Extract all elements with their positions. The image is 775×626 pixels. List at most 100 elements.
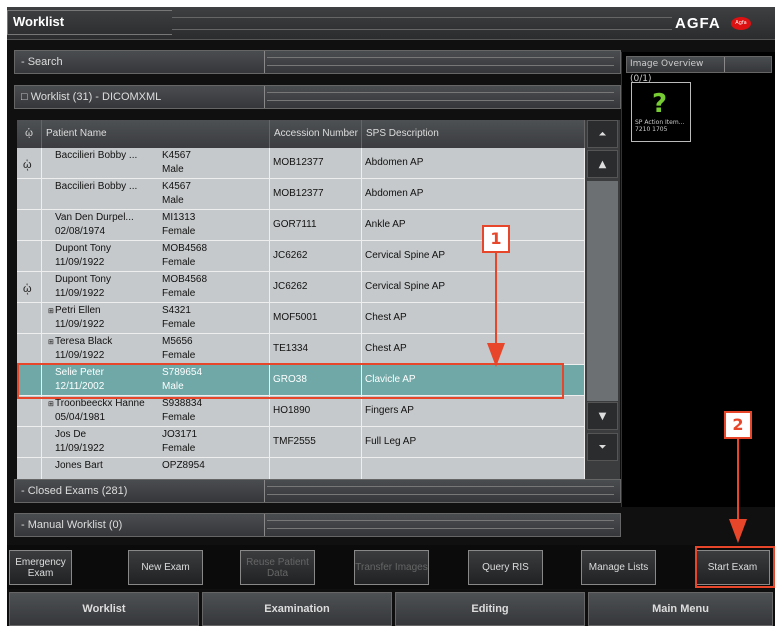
row-status-cell xyxy=(17,210,42,240)
query-ris-button[interactable]: Query RIS xyxy=(468,550,543,585)
patient-sex: Male xyxy=(162,381,184,392)
question-icon: ? xyxy=(652,89,668,119)
sps-cell: Cervical Spine AP xyxy=(362,272,585,302)
scrollbar[interactable]: ⏶ ▲ ▼ ⏷ xyxy=(585,120,620,479)
eye-icon: ᾡ xyxy=(23,159,32,171)
thumbnail-sublabel: 7210 1705 xyxy=(635,126,668,133)
patient-name: Jos De xyxy=(55,429,87,440)
patient-dob: 11/09/1922 xyxy=(55,288,105,299)
patient-id: MI1313 xyxy=(162,212,196,223)
table-row[interactable]: ᾡ Baccilieri Bobby ... K4567 Male MOB12377 Ab… xyxy=(17,148,585,179)
sps-cell: Full Leg AP xyxy=(362,427,585,457)
callout-1: 1 xyxy=(482,225,510,253)
patient-name: Baccilieri Bobby ... xyxy=(55,150,138,161)
patient-cell: Dupont Tony 11/09/1922 MOB4568 Female xyxy=(42,241,270,271)
closed-exams-label: - Closed Exams (281) xyxy=(15,480,265,502)
row-status-cell: ᾡ xyxy=(17,148,42,178)
reuse-patient-data-button[interactable]: Reuse Patient Data xyxy=(240,550,315,585)
worklist-section[interactable]: □ Worklist (31) - DICOMXML xyxy=(14,85,621,109)
table-row[interactable]: Jos De 11/09/1922 JO3171 Female TMF2555 Full … xyxy=(17,427,585,458)
expand-icon[interactable]: ⊞ xyxy=(48,400,54,408)
manage-lists-button[interactable]: Manage Lists xyxy=(581,550,656,585)
patient-sex: Female xyxy=(162,257,196,268)
arrow-2-line xyxy=(737,439,739,521)
table-row[interactable]: Selie Peter 12/11/2002 S789654 Male GRO38 Cla… xyxy=(17,365,585,396)
tab-worklist[interactable]: Worklist xyxy=(9,592,199,626)
table-row[interactable]: Baccilieri Bobby ... K4567 Male MOB12377 Abd… xyxy=(17,179,585,210)
patient-cell: ⊞ Troonbeeckx Hanne 05/04/1981 S938834 Femal… xyxy=(42,396,270,426)
patient-sex: Female xyxy=(162,350,196,361)
patient-cell: ⊞ Petri Ellen 11/09/1922 S4321 Female xyxy=(42,303,270,333)
scroll-up-icon[interactable]: ▲ xyxy=(587,150,618,178)
new-exam-button[interactable]: New Exam xyxy=(128,550,203,585)
patient-name: Dupont Tony xyxy=(55,274,111,285)
patient-name: Dupont Tony xyxy=(55,243,111,254)
accession-cell: GRO38 xyxy=(270,365,362,395)
table-row[interactable]: ⊞ Petri Ellen 11/09/1922 S4321 Female MOF5001… xyxy=(17,303,585,334)
patient-name: Van Den Durpel... xyxy=(55,212,134,223)
expand-icon[interactable]: ⊞ xyxy=(48,338,54,346)
row-status-cell xyxy=(17,179,42,209)
image-overview-header: Image Overview (0/1) xyxy=(626,56,772,84)
col-sps-description[interactable]: SPS Description xyxy=(362,120,585,148)
patient-sex: Female xyxy=(162,443,196,454)
col-accession-number[interactable]: Accession Number xyxy=(270,120,362,148)
patient-cell: Selie Peter 12/11/2002 S789654 Male xyxy=(42,365,270,395)
manual-worklist-label: - Manual Worklist (0) xyxy=(15,514,265,536)
scroll-bottom-icon[interactable]: ⏷ xyxy=(587,433,618,461)
manual-worklist-section[interactable]: - Manual Worklist (0) xyxy=(14,513,621,537)
arrow-2-head xyxy=(729,519,747,543)
title-decoration xyxy=(172,17,672,30)
app-window: Worklist AGFA Agfa - Search □ Worklist (… xyxy=(7,7,775,626)
emergency-exam-button[interactable]: Emergency Exam xyxy=(9,550,72,585)
patient-id: K4567 xyxy=(162,181,191,192)
table-row[interactable]: ⊞ Troonbeeckx Hanne 05/04/1981 S938834 Femal… xyxy=(17,396,585,427)
patient-id: JO3171 xyxy=(162,429,198,440)
scroll-thumb[interactable] xyxy=(587,181,618,401)
brand-badge-icon: Agfa xyxy=(731,17,751,30)
patient-id: OPZ8954 xyxy=(162,460,205,471)
transfer-images-button[interactable]: Transfer Images xyxy=(354,550,429,585)
sps-cell: Abdomen AP xyxy=(362,148,585,178)
table-row[interactable]: ᾡ Dupont Tony 11/09/1922 MOB4568 Female JC626… xyxy=(17,272,585,303)
start-exam-button[interactable]: Start Exam xyxy=(695,550,770,585)
patient-sex: Male xyxy=(162,195,184,206)
tab-examination[interactable]: Examination xyxy=(202,592,392,626)
patient-id: K4567 xyxy=(162,150,191,161)
eye-icon: ᾡ xyxy=(23,283,32,295)
row-status-cell xyxy=(17,458,42,479)
main-navigation: Worklist Examination Editing Main Menu xyxy=(7,590,775,626)
expand-icon[interactable]: ⊞ xyxy=(48,307,54,315)
patient-cell: Dupont Tony 11/09/1922 MOB4568 Female xyxy=(42,272,270,302)
closed-exams-section[interactable]: - Closed Exams (281) xyxy=(14,479,621,503)
scroll-down-icon[interactable]: ▼ xyxy=(587,402,618,430)
thumbnail-label: SP Action Item... xyxy=(635,119,685,126)
patient-dob: 11/09/1922 xyxy=(55,257,105,268)
patient-cell: Jones Bart OPZ8954 xyxy=(42,458,270,479)
search-section-label: - Search xyxy=(15,51,265,73)
patient-cell: Van Den Durpel... 02/08/1974 MI1313 Female xyxy=(42,210,270,240)
search-section[interactable]: - Search xyxy=(14,50,621,74)
row-status-cell xyxy=(17,241,42,271)
table-row[interactable]: Jones Bart OPZ8954 xyxy=(17,458,585,479)
col-patient-name[interactable]: Patient Name xyxy=(42,120,270,148)
patient-cell: ⊞ Teresa Black 11/09/1922 M5656 Female xyxy=(42,334,270,364)
accession-cell: GOR7111 xyxy=(270,210,362,240)
tab-editing[interactable]: Editing xyxy=(395,592,585,626)
patient-sex: Female xyxy=(162,412,196,423)
row-status-cell: ᾡ xyxy=(17,272,42,302)
patient-dob: 11/09/1922 xyxy=(55,319,105,330)
accession-cell: JC6262 xyxy=(270,272,362,302)
eye-column-icon[interactable]: ᾡ xyxy=(17,120,42,148)
title-bar: Worklist AGFA Agfa xyxy=(7,7,775,40)
patient-name: Troonbeeckx Hanne xyxy=(55,398,145,409)
scroll-top-icon[interactable]: ⏶ xyxy=(587,120,618,148)
image-overview-title: Image Overview (0/1) xyxy=(627,57,725,84)
sps-cell: Clavicle AP xyxy=(362,365,585,395)
patient-dob: 05/04/1981 xyxy=(55,412,106,423)
patient-id: S4321 xyxy=(162,305,191,316)
tab-main-menu[interactable]: Main Menu xyxy=(588,592,773,626)
patient-cell: Jos De 11/09/1922 JO3171 Female xyxy=(42,427,270,457)
row-status-cell xyxy=(17,334,42,364)
image-thumbnail[interactable]: ? SP Action Item... 7210 1705 xyxy=(631,82,691,142)
